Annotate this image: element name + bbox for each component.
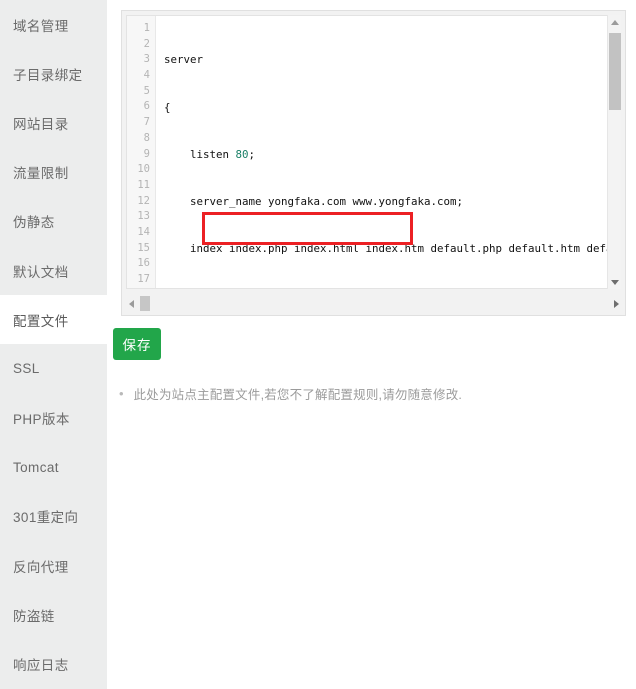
sidebar-item-label: 配置文件 [13, 310, 69, 330]
sidebar-item-domain-management[interactable]: 域名管理 [0, 0, 107, 49]
vertical-scroll-thumb[interactable] [609, 33, 621, 110]
line-number: 16 [127, 256, 155, 272]
line-number: 6 [127, 99, 155, 115]
line-number: 2 [127, 37, 155, 53]
line-number: 17 [127, 272, 155, 288]
sidebar-item-config-file[interactable]: 配置文件 [0, 295, 107, 344]
sidebar-item-tomcat[interactable]: Tomcat [0, 443, 107, 492]
code-editor[interactable]: 1 2 3 4 5 6 7 8 9 10 11 12 13 14 15 16 1 [126, 15, 611, 289]
sidebar-item-response-log[interactable]: 响应日志 [0, 639, 107, 688]
scroll-down-icon[interactable] [608, 275, 621, 289]
sidebar-item-label: 反向代理 [13, 556, 69, 576]
frame-horizontal-scrollbar[interactable] [122, 293, 625, 315]
line-number: 15 [127, 241, 155, 257]
line-number: 3 [127, 52, 155, 68]
config-hint: • 此处为站点主配置文件,若您不了解配置规则,请勿随意修改. [119, 384, 462, 403]
line-number: 14 [127, 225, 155, 241]
sidebar-item-label: 响应日志 [13, 654, 69, 674]
settings-sidebar: 域名管理 子目录绑定 网站目录 流量限制 伪静态 默认文档 配置文件 SSL P… [0, 0, 107, 565]
line-number: 7 [127, 115, 155, 131]
sidebar-item-label: 流量限制 [13, 162, 69, 182]
site-settings-panel: 域名管理 子目录绑定 网站目录 流量限制 伪静态 默认文档 配置文件 SSL P… [0, 0, 636, 565]
scroll-up-icon[interactable] [608, 15, 621, 29]
code-line: server [164, 52, 610, 68]
line-number: 13 [127, 209, 155, 225]
line-number: 9 [127, 147, 155, 163]
sidebar-item-traffic-limit[interactable]: 流量限制 [0, 148, 107, 197]
sidebar-item-label: 子目录绑定 [13, 64, 83, 84]
line-number: 1 [127, 21, 155, 37]
line-number: 12 [127, 194, 155, 210]
frame-scroll-right-icon[interactable] [607, 293, 625, 315]
sidebar-item-label: 防盗链 [13, 605, 55, 625]
code-editor-frame: 1 2 3 4 5 6 7 8 9 10 11 12 13 14 15 16 1 [121, 10, 626, 316]
line-number: 10 [127, 162, 155, 178]
line-number: 5 [127, 84, 155, 100]
line-number-gutter: 1 2 3 4 5 6 7 8 9 10 11 12 13 14 15 16 1 [127, 16, 156, 288]
editor-vertical-scrollbar[interactable] [607, 15, 621, 289]
sidebar-item-php-version[interactable]: PHP版本 [0, 394, 107, 443]
code-line: index index.php index.html index.htm def… [164, 241, 610, 257]
code-line: server_name yongfaka.com www.yongfaka.co… [164, 194, 610, 210]
sidebar-item-default-document[interactable]: 默认文档 [0, 246, 107, 295]
line-number: 11 [127, 178, 155, 194]
line-number: 8 [127, 131, 155, 147]
sidebar-item-anti-leech[interactable]: 防盗链 [0, 590, 107, 639]
sidebar-item-label: 伪静态 [13, 211, 55, 231]
code-line: listen 80; [164, 147, 610, 163]
code-text-area[interactable]: server { listen 80; server_name yongfaka… [156, 16, 610, 288]
sidebar-item-label: 网站目录 [13, 113, 69, 133]
sidebar-item-label: PHP版本 [13, 408, 70, 428]
bullet-icon: • [119, 387, 124, 400]
sidebar-item-label: Tomcat [13, 460, 59, 475]
sidebar-item-reverse-proxy[interactable]: 反向代理 [0, 541, 107, 590]
sidebar-item-label: 默认文档 [13, 261, 69, 281]
frame-horizontal-scroll-thumb[interactable] [140, 296, 150, 311]
sidebar-item-label: SSL [13, 361, 40, 376]
sidebar-item-ssl[interactable]: SSL [0, 344, 107, 393]
frame-scroll-left-icon[interactable] [122, 293, 140, 315]
sidebar-item-label: 域名管理 [13, 15, 69, 35]
config-hint-text: 此处为站点主配置文件,若您不了解配置规则,请勿随意修改. [134, 384, 463, 403]
sidebar-item-rewrite[interactable]: 伪静态 [0, 197, 107, 246]
sidebar-item-website-directory[interactable]: 网站目录 [0, 98, 107, 147]
sidebar-item-label: 301重定向 [13, 506, 78, 526]
line-number: 4 [127, 68, 155, 84]
sidebar-item-301-redirect[interactable]: 301重定向 [0, 492, 107, 541]
save-button[interactable]: 保存 [113, 328, 161, 360]
code-lines: server { listen 80; server_name yongfaka… [156, 21, 610, 288]
sidebar-item-subdirectory-binding[interactable]: 子目录绑定 [0, 49, 107, 98]
config-file-pane: 1 2 3 4 5 6 7 8 9 10 11 12 13 14 15 16 1 [107, 0, 636, 565]
code-line: { [164, 100, 610, 116]
